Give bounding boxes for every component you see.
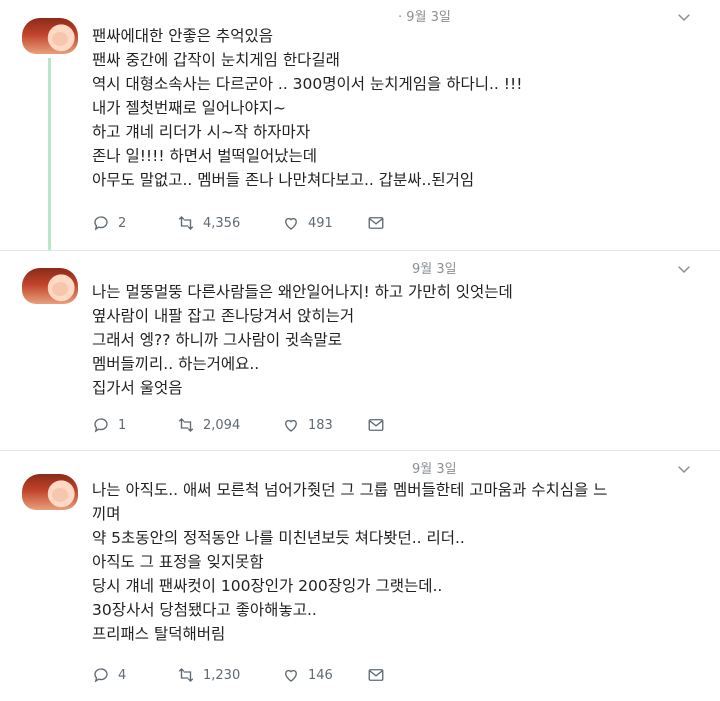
tweet-text: 나는 아직도.. 애써 모른척 넘어가줫던 그 그룹 멤버들한테 고마움과 수치… [92, 478, 607, 646]
tweet-line: 멤버들끼리.. 하는거에요.. [92, 355, 260, 373]
heart-icon [285, 217, 297, 230]
like-count: 183 [308, 417, 333, 433]
reply-button[interactable]: 4 [92, 666, 177, 684]
tweet-text: 팬싸에대한 안좋은 추억있음 팬싸 중간에 갑작이 눈치게임 한다길래 역시 대… [92, 24, 522, 192]
retweet-icon [178, 668, 194, 682]
tweet-date[interactable]: · 9월 3일 [398, 6, 451, 25]
like-button[interactable]: 491 [282, 214, 367, 232]
tweet-1[interactable]: · 9월 3일 팬싸에대한 안좋은 추억있음 팬싸 중간에 갑작이 눈치게임 한… [0, 0, 720, 250]
tweet-date[interactable]: 9월 3일 [412, 458, 457, 477]
tweet-line: 팬싸 중간에 갑작이 눈치게임 한다길래 [92, 51, 340, 69]
tweet-line: 끼며 [92, 505, 121, 523]
tweet-line: 나는 멀뚱멀뚱 다른사람들은 왜안일어나지! 하고 가만히 잇엇는데 [92, 283, 513, 301]
chevron-down-icon[interactable] [675, 260, 693, 278]
reply-button[interactable]: 1 [92, 416, 177, 434]
avatar[interactable] [22, 18, 78, 54]
tweet-2[interactable]: 9월 3일 나는 멀뚱멀뚱 다른사람들은 왜안일어나지! 하고 가만히 잇엇는데… [0, 250, 720, 450]
chevron-down-icon[interactable] [675, 460, 693, 478]
reply-count: 4 [118, 667, 127, 683]
tweet-line: 아무도 말없고.. 멤버들 존나 나만쳐다보고.. 갑분싸..된거임 [92, 171, 475, 189]
retweet-count: 4,356 [203, 215, 241, 231]
tweet-line: 옆사람이 내팔 잡고 존나당겨서 앉히는거 [92, 307, 355, 325]
retweet-button[interactable]: 2,094 [177, 416, 282, 434]
message-icon [368, 669, 384, 681]
avatar[interactable] [22, 268, 78, 304]
tweet-3[interactable]: 9월 3일 나는 아직도.. 애써 모른척 넘어가줫던 그 그룹 멤버들한테 고… [0, 450, 720, 701]
tweet-line: 존나 일!!!! 하면서 벌떡일어났는데 [92, 147, 318, 165]
tweet-line: 집가서 울엇음 [92, 379, 183, 397]
like-count: 491 [308, 215, 333, 231]
tweet-line: 당시 걔네 팬싸컷이 100장인가 200장잉가 그랫는데.. [92, 577, 443, 595]
heart-icon [285, 419, 297, 432]
tweet-line: 약 5초동안의 정적동안 나를 미친년보듯 쳐다봣던.. 리더.. [92, 529, 465, 547]
tweet-line: 아직도 그 표정을 잊지못함 [92, 553, 264, 571]
tweet-text: 나는 멀뚱멀뚱 다른사람들은 왜안일어나지! 하고 가만히 잇엇는데 옆사람이 … [92, 280, 513, 400]
avatar[interactable] [22, 474, 78, 510]
tweet-actions: 2 4,356 491 [92, 212, 393, 234]
tweet-line: 내가 젤첫번째로 일어나야지~ [92, 99, 286, 117]
like-button[interactable]: 183 [282, 416, 367, 434]
reply-icon [94, 668, 108, 683]
tweet-line: 30장사서 당첨됐다고 좋아해놓고.. [92, 601, 317, 619]
like-button[interactable]: 146 [282, 666, 367, 684]
like-count: 146 [308, 667, 333, 683]
thread-line [48, 58, 51, 250]
message-icon [368, 419, 384, 431]
tweet-line: 프리패스 탈덕해버림 [92, 625, 226, 643]
tweet-actions: 4 1,230 146 [92, 664, 393, 686]
dm-button[interactable] [367, 214, 393, 232]
tweet-line: 그래서 엥?? 하니까 그사람이 귓속말로 [92, 331, 343, 349]
tweet-date[interactable]: 9월 3일 [412, 258, 457, 277]
reply-count: 1 [118, 417, 127, 433]
tweet-line: 팬싸에대한 안좋은 추억있음 [92, 27, 273, 45]
tweet-actions: 1 2,094 183 [92, 414, 393, 436]
tweet-line: 역시 대형소속사는 다르군아 .. 300명이서 눈치게임을 하다니.. !!! [92, 75, 523, 93]
retweet-icon [178, 418, 194, 432]
tweet-line: 하고 걔네 리더가 시~작 하자마자 [92, 123, 311, 141]
retweet-count: 1,230 [203, 667, 241, 683]
retweet-button[interactable]: 4,356 [177, 214, 282, 232]
heart-icon [285, 669, 297, 682]
dm-button[interactable] [367, 416, 393, 434]
message-icon [368, 217, 384, 229]
reply-icon [94, 216, 108, 231]
reply-button[interactable]: 2 [92, 214, 177, 232]
tweet-line: 나는 아직도.. 애써 모른척 넘어가줫던 그 그룹 멤버들한테 고마움과 수치… [92, 481, 608, 499]
reply-icon [94, 418, 108, 433]
retweet-icon [178, 216, 194, 230]
reply-count: 2 [118, 215, 127, 231]
chevron-down-icon[interactable] [675, 8, 693, 26]
dm-button[interactable] [367, 666, 393, 684]
retweet-count: 2,094 [203, 417, 241, 433]
retweet-button[interactable]: 1,230 [177, 666, 282, 684]
